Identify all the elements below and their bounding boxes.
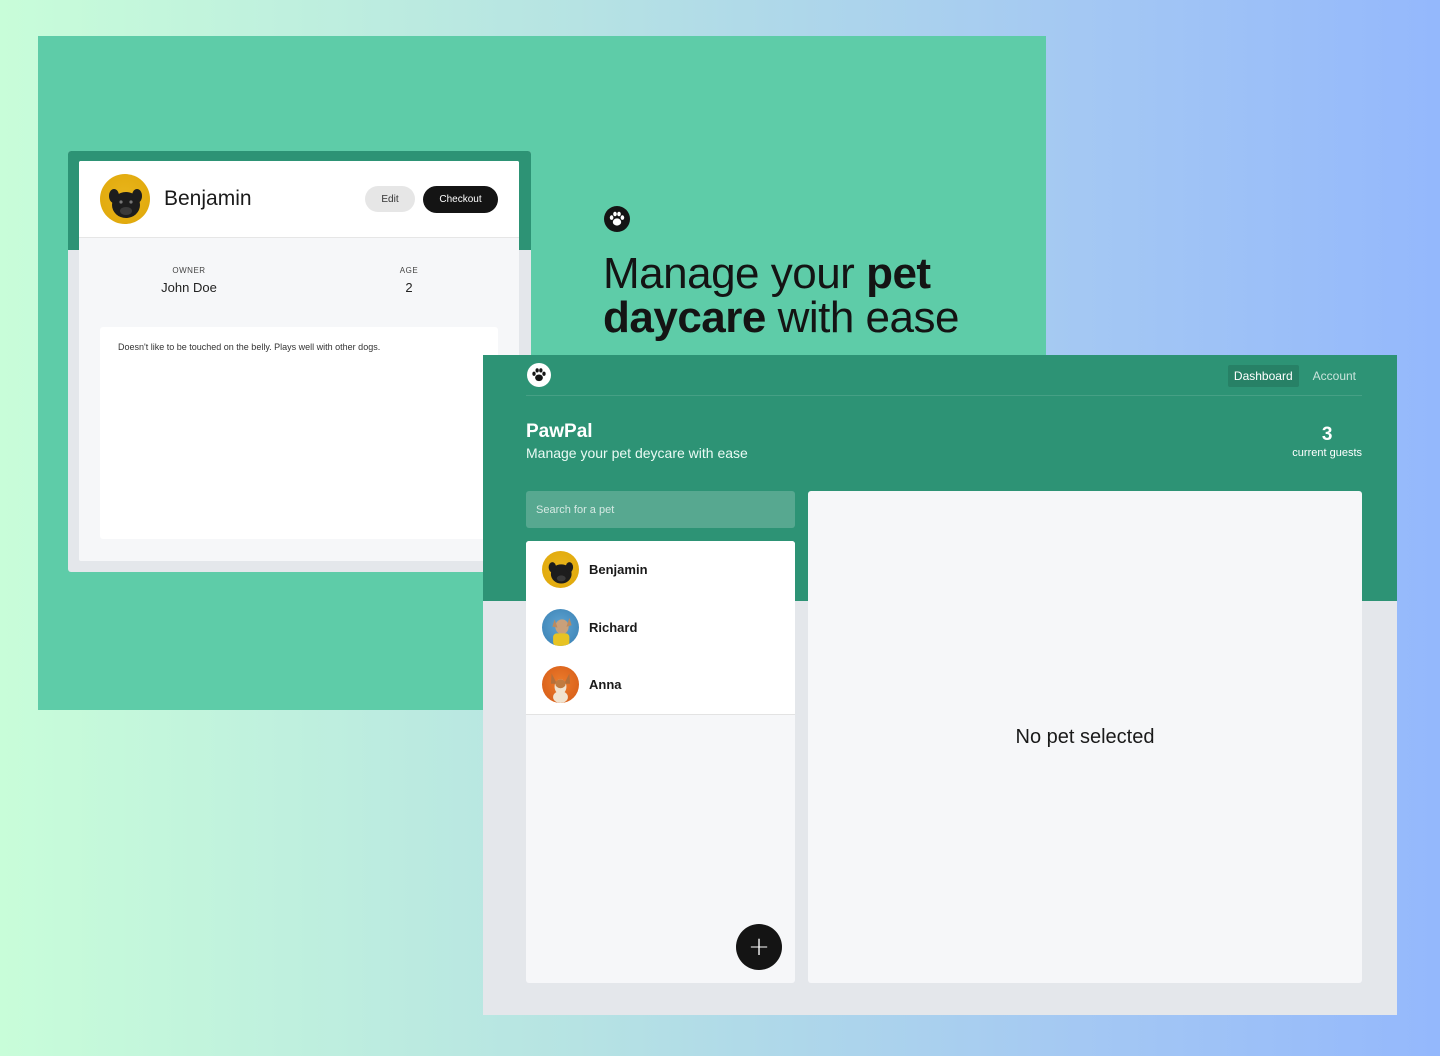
guest-count-label: current guests [1292, 447, 1362, 459]
checkout-button[interactable]: Checkout [423, 185, 498, 213]
owner-label: OWNER [172, 266, 206, 275]
pet-avatar [542, 666, 579, 704]
age-value: 2 [405, 280, 413, 295]
search-input[interactable] [526, 491, 795, 528]
app-title: PawPal [526, 421, 593, 442]
guest-count: 3 [1321, 424, 1333, 445]
owner-info: OWNER John Doe [79, 266, 299, 295]
pet-detail-panel: No pet selected [808, 491, 1362, 983]
pet-avatar [100, 174, 150, 224]
empty-state-text: No pet selected [1015, 725, 1155, 748]
app-window: Dashboard Account PawPal Manage your pet… [483, 355, 1397, 1015]
pet-list: Benjamin Richard Anna [526, 541, 795, 715]
pet-list-name: Anna [589, 677, 622, 693]
nav-dashboard-link[interactable]: Dashboard [1227, 365, 1299, 387]
hero-title-bold: daycare [603, 293, 766, 342]
app-subtitle: Manage your pet deycare with ease [526, 445, 748, 461]
pet-notes: Doesn't like to be touched on the belly.… [100, 327, 498, 539]
pet-detail-header: Benjamin Edit Checkout [79, 161, 519, 238]
top-nav: Dashboard Account [526, 363, 1362, 396]
plus-icon: + [748, 932, 770, 962]
hero-headline: Manage your pet daycare with ease [603, 252, 1033, 340]
guest-stat: 3 current guests [1292, 424, 1362, 459]
edit-button[interactable]: Edit [365, 186, 415, 212]
hero-title-part: with ease [765, 293, 960, 342]
hero-title-bold: pet [866, 249, 931, 298]
pet-list-item[interactable]: Benjamin [526, 541, 795, 599]
pet-name-heading: Benjamin [164, 187, 252, 210]
pet-list-panel: Benjamin Richard Anna + [526, 541, 795, 983]
age-label: AGE [399, 266, 419, 275]
add-pet-button[interactable]: + [736, 924, 782, 970]
nav-links: Dashboard Account [1220, 365, 1362, 387]
nav-account-link[interactable]: Account [1307, 365, 1362, 387]
pet-avatar [542, 551, 579, 589]
dog-photo-icon [548, 562, 574, 584]
owner-value: John Doe [161, 280, 217, 295]
paw-icon[interactable] [527, 363, 551, 387]
dog-photo-icon [109, 189, 142, 218]
hero-title-part: Manage your [603, 249, 867, 298]
dog-photo-icon [552, 617, 572, 646]
age-info: AGE 2 [299, 266, 519, 295]
pet-list-item[interactable]: Richard [526, 599, 795, 657]
app-branding: PawPal Manage your pet deycare with ease [526, 421, 748, 461]
pet-avatar [542, 608, 579, 646]
pet-list-name: Benjamin [589, 562, 648, 578]
pet-list-item[interactable]: Anna [526, 656, 795, 714]
pet-list-name: Richard [589, 619, 638, 635]
dog-photo-icon [550, 673, 571, 704]
pet-detail-card: Benjamin Edit Checkout OWNER John Doe AG… [79, 161, 519, 561]
paw-icon [604, 206, 630, 232]
pet-info-row: OWNER John Doe AGE 2 [79, 238, 519, 295]
